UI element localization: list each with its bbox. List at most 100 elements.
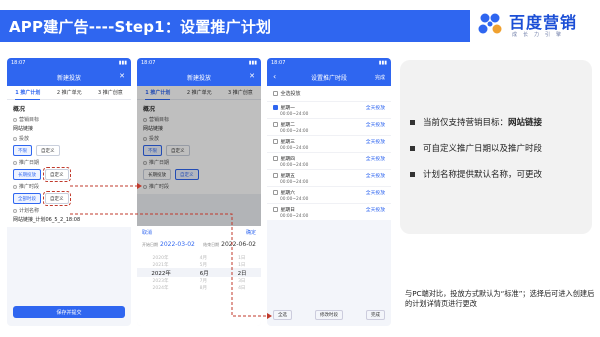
all-day-link[interactable]: 全天投放 — [366, 189, 385, 196]
picker-date-range: 开始日期 2022-03-02 结束日期 2022-06-02 — [137, 239, 261, 250]
chip-all-slots[interactable]: 全部时段 — [13, 193, 41, 204]
section-title: 概况 — [13, 106, 26, 113]
day-row[interactable]: 星期二 全天投放 00:00~24:00 — [267, 118, 391, 135]
day-name: 星期五 — [280, 174, 295, 179]
checkbox-icon[interactable] — [273, 122, 278, 127]
signal-icon: ▮▮▮ — [378, 60, 387, 66]
day-time: 00:00~24:00 — [280, 112, 309, 117]
checkbox-icon[interactable] — [273, 156, 278, 161]
day-time: 00:00~24:00 — [280, 214, 309, 219]
status-bar: 18:07 ▮▮▮ — [7, 58, 131, 68]
day-name: 星期六 — [280, 191, 295, 196]
feature-notes-panel: 当前仅支持营销目标：网站链接 可自定义推广日期以及推广时段 计划名称提供默认名称… — [400, 60, 592, 234]
info-icon — [13, 160, 17, 165]
step-tabs: 1 推广计划 2 推广单元 3 推广创意 — [7, 86, 131, 100]
day-row[interactable]: 星期五 全天投放 00:00~24:00 — [267, 169, 391, 186]
tab-creative[interactable]: 3 推广创意 — [98, 89, 123, 96]
bullet-icon — [410, 119, 415, 125]
all-day-link[interactable]: 全天投放 — [366, 172, 385, 179]
date-range-picker: 取消 确定 开始日期 2022-03-02 结束日期 2022-06-02 2020… — [137, 226, 261, 326]
all-day-link[interactable]: 全天投放 — [366, 138, 385, 145]
checkbox-icon[interactable] — [273, 105, 278, 110]
date-wheel[interactable]: 2020年 4月 1日 2021年 5月 1日 2022年 6月 2日 2023年 7月 3日 … — [137, 254, 261, 291]
wheel-row[interactable]: 2020年 4月 1日 — [137, 254, 261, 261]
nav-title: 设置推广时段 — [310, 74, 347, 82]
baidu-marketing-logo: 百度营销 成长力引擎 — [476, 8, 590, 42]
wheel-row-selected[interactable]: 2022年 6月 2日 — [137, 268, 261, 277]
checkbox-icon[interactable] — [273, 190, 278, 195]
day-row[interactable]: 星期六 全天投放 00:00~24:00 — [267, 186, 391, 203]
wheel-row[interactable]: 2023年 7月 3日 — [137, 277, 261, 284]
checkbox-icon[interactable] — [273, 91, 278, 96]
checkbox-icon[interactable] — [273, 173, 278, 178]
nav-bar: 新建投放 ✕ — [7, 68, 131, 86]
plan-form: 概况 营销目标 网站链接 投放 不限 自定义 推广日期 长期投放 自定义 推广时… — [7, 100, 131, 227]
day-row[interactable]: 星期一 全天投放 00:00~24:00 — [267, 101, 391, 118]
all-day-link[interactable]: 全天投放 — [366, 121, 385, 128]
status-time: 18:07 — [271, 60, 286, 66]
checkbox-icon[interactable] — [273, 207, 278, 212]
nav-bar: 新建投放 ✕ — [137, 68, 261, 86]
done-button[interactable]: 完成 — [375, 74, 385, 81]
day-time: 00:00~24:00 — [280, 146, 309, 151]
wheel-row[interactable]: 2021年 5月 1日 — [137, 261, 261, 268]
day-name: 星期四 — [280, 157, 295, 162]
info-icon — [13, 184, 17, 189]
signal-icon: ▮▮▮ — [118, 60, 127, 66]
modal-backdrop[interactable] — [137, 86, 261, 226]
promo-label: 投放 — [13, 135, 125, 142]
plan-name-label: 计划名称 — [13, 207, 125, 214]
day-time: 00:00~24:00 — [280, 180, 309, 185]
picker-confirm-button[interactable]: 确定 — [246, 229, 256, 236]
status-bar: 18:07 ▮▮▮ — [137, 58, 261, 68]
chip-custom[interactable]: 自定义 — [36, 145, 60, 156]
all-day-link[interactable]: 全天投放 — [366, 104, 385, 111]
day-list: 星期一 全天投放 00:00~24:00 星期二 全天投放 00:00~24:00 星期三全… — [267, 101, 391, 220]
select-all-button[interactable]: 全选 — [273, 310, 292, 320]
select-all-row[interactable]: 全选投放 — [267, 86, 391, 101]
wheel-row[interactable]: 2024年 8月 4日 — [137, 284, 261, 291]
goal-label: 营销目标 — [13, 116, 125, 123]
day-row[interactable]: 星期日 全天投放 00:00~24:00 — [267, 203, 391, 220]
chip-long-term[interactable]: 长期投放 — [13, 169, 41, 180]
close-icon[interactable]: ✕ — [249, 72, 255, 80]
pc-comparison-note: 与PC端对比，投放方式默认为“标准”；选择后可进入创建后的计划详情页进行更改 — [405, 289, 595, 308]
picker-cancel-button[interactable]: 取消 — [142, 229, 152, 236]
plan-name-value[interactable]: 网站链接_计划06_5_2_18:08 — [13, 216, 125, 223]
day-time: 00:00~24:00 — [280, 197, 309, 202]
tab-unit[interactable]: 2 推广单元 — [57, 89, 82, 96]
day-row[interactable]: 星期四 全天投放 00:00~24:00 — [267, 152, 391, 169]
day-name: 星期二 — [280, 123, 295, 128]
slot-label: 推广时段 — [13, 183, 125, 190]
day-name: 星期日 — [280, 208, 295, 213]
bullet-icon — [410, 171, 415, 177]
modify-slot-button[interactable]: 修改时段 — [315, 310, 343, 320]
promo-chips: 不限 自定义 — [13, 145, 125, 156]
chip-custom-date[interactable]: 自定义 — [43, 167, 71, 182]
slot-chips: 全部时段 自定义 — [13, 191, 125, 206]
info-icon — [13, 208, 17, 213]
all-day-link[interactable]: 全天投放 — [366, 206, 385, 213]
info-icon — [13, 136, 17, 141]
picker-actions: 取消 确定 — [137, 226, 261, 239]
nav-title: 新建投放 — [56, 74, 81, 82]
chip-custom-slot[interactable]: 自定义 — [43, 191, 71, 206]
phone-screen-time-slots: 18:07 ▮▮▮ ‹ 设置推广时段 完成 全选投放 星期一 全天投放 00:00~… — [267, 58, 391, 326]
all-day-link[interactable]: 全天投放 — [366, 155, 385, 162]
end-date[interactable]: 结束日期 2022-06-02 — [203, 241, 256, 248]
back-icon[interactable]: ‹ — [273, 72, 276, 81]
date-chips: 长期投放 自定义 — [13, 167, 125, 182]
start-date[interactable]: 开始日期 2022-03-02 — [142, 241, 195, 248]
day-name: 星期一 — [280, 106, 295, 111]
save-submit-button[interactable]: 保存并提交 — [13, 306, 125, 318]
nav-bar: ‹ 设置推广时段 完成 — [267, 68, 391, 86]
checkbox-icon[interactable] — [273, 139, 278, 144]
chip-unlimited[interactable]: 不限 — [13, 145, 32, 156]
brand-name: 百度营销 — [509, 13, 578, 32]
finish-button[interactable]: 完成 — [366, 310, 385, 320]
brand-mark-icon — [478, 13, 502, 34]
select-all-label: 全选投放 — [280, 91, 301, 97]
tab-plan[interactable]: 1 推广计划 — [15, 89, 41, 100]
day-row[interactable]: 星期三 全天投放 00:00~24:00 — [267, 135, 391, 152]
close-icon[interactable]: ✕ — [119, 72, 125, 80]
